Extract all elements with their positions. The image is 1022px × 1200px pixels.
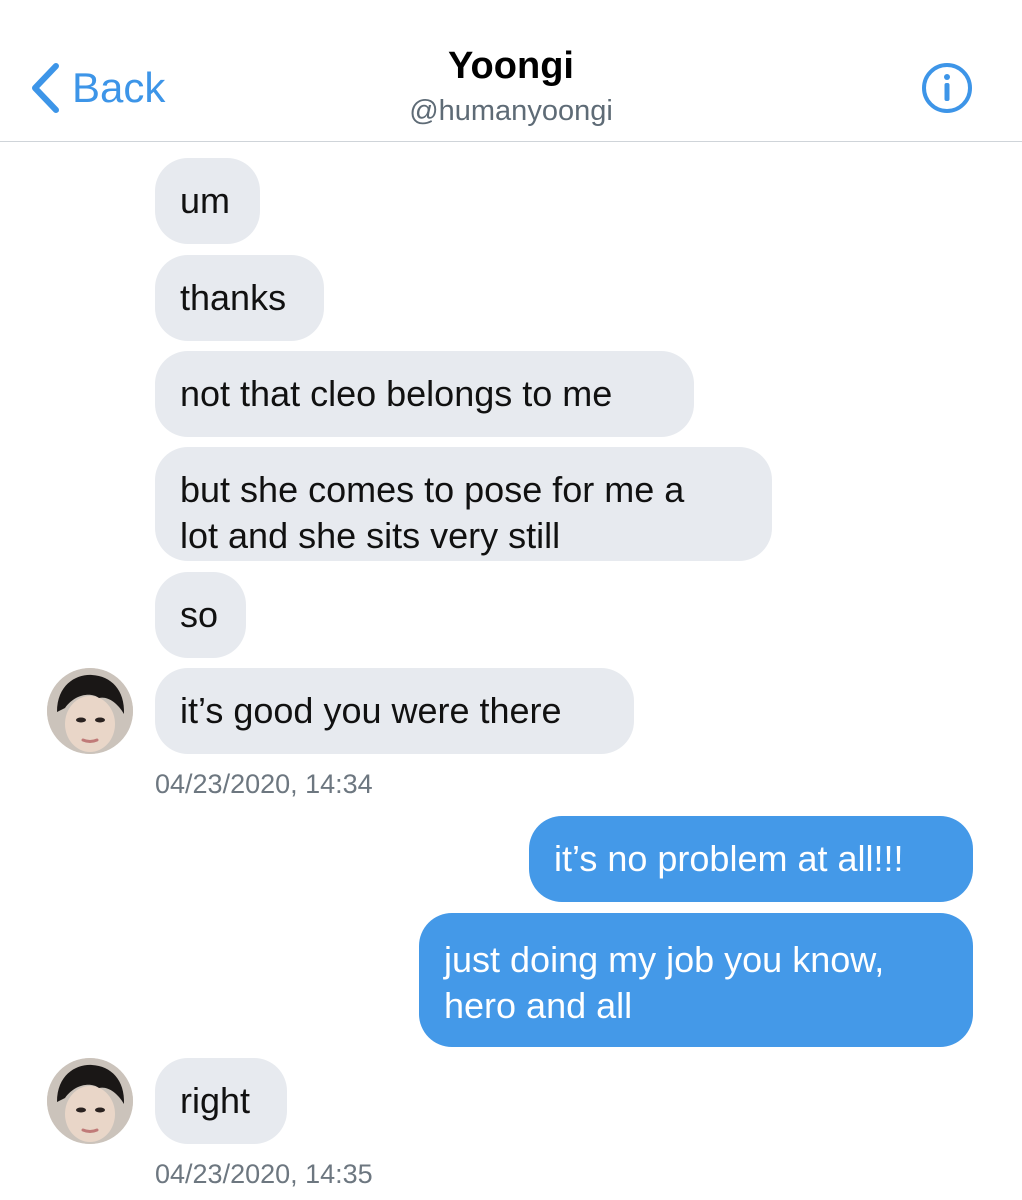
message-text: um (180, 180, 231, 221)
message-text: it’s good you were there (180, 690, 562, 731)
incoming-message[interactable]: it’s good you were there (155, 668, 634, 754)
incoming-message[interactable]: so (155, 572, 246, 658)
message-text-line: hero and all (444, 985, 633, 1026)
incoming-message[interactable]: but she comes to pose for me a lot and s… (155, 447, 772, 561)
message-text-line: but she comes to pose for me a (180, 469, 685, 510)
contact-avatar[interactable] (47, 668, 133, 754)
conversation-header: Back Yoongi @humanyoongi (0, 0, 1022, 142)
contact-avatar[interactable] (47, 1058, 133, 1144)
message-text: so (180, 594, 219, 635)
message-timestamp: 04/23/2020, 14:35 (155, 1159, 373, 1189)
message-timestamp: 04/23/2020, 14:34 (155, 769, 373, 799)
info-icon[interactable] (921, 62, 973, 114)
message-text: it’s no problem at all!!! (554, 838, 904, 879)
outgoing-message[interactable]: it’s no problem at all!!! (529, 816, 973, 902)
avatar-photo (47, 668, 133, 754)
incoming-message[interactable]: right (155, 1058, 287, 1144)
incoming-message[interactable]: thanks (155, 255, 324, 341)
message-text: not that cleo belongs to me (180, 373, 613, 414)
avatar-photo (47, 1058, 133, 1144)
incoming-message[interactable]: not that cleo belongs to me (155, 351, 694, 437)
message-text: right (180, 1080, 251, 1121)
outgoing-message[interactable]: just doing my job you know, hero and all (419, 913, 973, 1047)
message-text-line: lot and she sits very still (180, 515, 561, 556)
message-text: thanks (180, 277, 287, 318)
incoming-message[interactable]: um (155, 158, 260, 244)
conversation-title: Yoongi @humanyoongi (0, 45, 1022, 128)
contact-handle: @humanyoongi (409, 94, 613, 127)
message-text-line: just doing my job you know, (444, 939, 885, 980)
contact-name: Yoongi (448, 45, 574, 87)
